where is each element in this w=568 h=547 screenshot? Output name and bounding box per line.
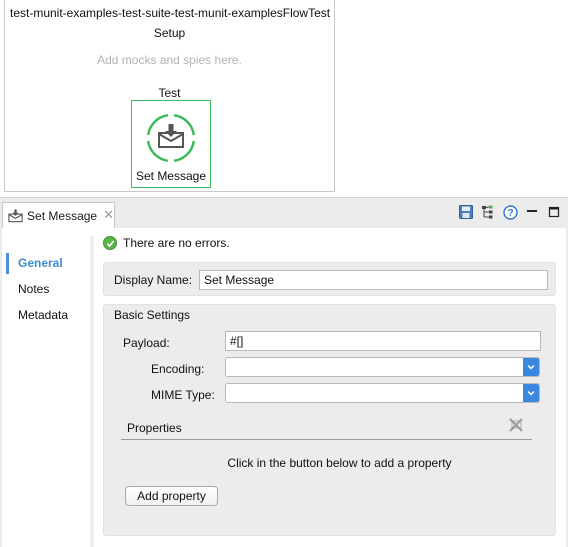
remove-property-icon[interactable] (507, 416, 525, 434)
basic-settings-group: Basic Settings Payload: Encoding: MIME T… (103, 304, 556, 536)
payload-field[interactable] (225, 331, 541, 351)
test-section-label: Test (158, 86, 181, 100)
maximize-icon[interactable] (546, 204, 562, 220)
nav-item-general[interactable]: General (4, 248, 88, 274)
mocks-drop-hint[interactable]: Add mocks and spies here. (5, 53, 334, 67)
chevron-down-icon[interactable] (523, 358, 539, 376)
nav-item-notes[interactable]: Notes (4, 274, 88, 300)
mime-type-select[interactable] (225, 383, 540, 403)
close-icon[interactable]: ✕ (103, 208, 114, 221)
add-property-button[interactable]: Add property (125, 486, 218, 506)
svg-text:?: ? (507, 208, 513, 219)
set-message-processor[interactable]: Set Message (131, 100, 211, 188)
display-name-group: Display Name: (103, 262, 556, 296)
save-icon[interactable] (458, 204, 474, 220)
minimize-icon[interactable] (524, 204, 540, 220)
tab-set-message[interactable]: Set Message ✕ (2, 202, 115, 228)
tree-icon[interactable] (480, 204, 496, 220)
validation-status: There are no errors. (103, 236, 230, 250)
properties-separator (121, 439, 532, 440)
help-icon[interactable]: ? (502, 204, 518, 220)
display-name-label: Display Name: (114, 273, 193, 287)
nav-divider (90, 236, 94, 547)
mime-type-label: MIME Type: (151, 388, 215, 402)
nav-item-metadata[interactable]: Metadata (4, 300, 88, 326)
basic-settings-title: Basic Settings (114, 308, 191, 322)
status-text: There are no errors. (123, 236, 230, 250)
setup-section-label: Setup (153, 26, 186, 40)
display-name-field[interactable] (199, 270, 548, 290)
check-icon (103, 236, 117, 250)
view-toolbar: ? (458, 204, 562, 220)
properties-hint: Click in the button below to add a prope… (227, 456, 452, 470)
encoding-select[interactable] (225, 357, 540, 377)
properties-view: Set Message ✕ ? General Notes Metadata T… (0, 197, 568, 547)
payload-label: Payload: (123, 336, 170, 350)
processor-label: Set Message (135, 169, 207, 183)
encoding-label: Encoding: (151, 362, 205, 376)
flow-title: test-munit-examples-test-suite-test-muni… (10, 6, 331, 20)
view-body: General Notes Metadata There are no erro… (2, 228, 566, 547)
chevron-down-icon[interactable] (523, 384, 539, 402)
set-message-icon (146, 113, 196, 163)
side-nav: General Notes Metadata (4, 248, 88, 547)
flow-canvas: test-munit-examples-test-suite-test-muni… (4, 0, 335, 192)
properties-title: Properties (127, 421, 182, 435)
tab-label: Set Message (27, 209, 98, 223)
set-message-icon (8, 209, 23, 223)
